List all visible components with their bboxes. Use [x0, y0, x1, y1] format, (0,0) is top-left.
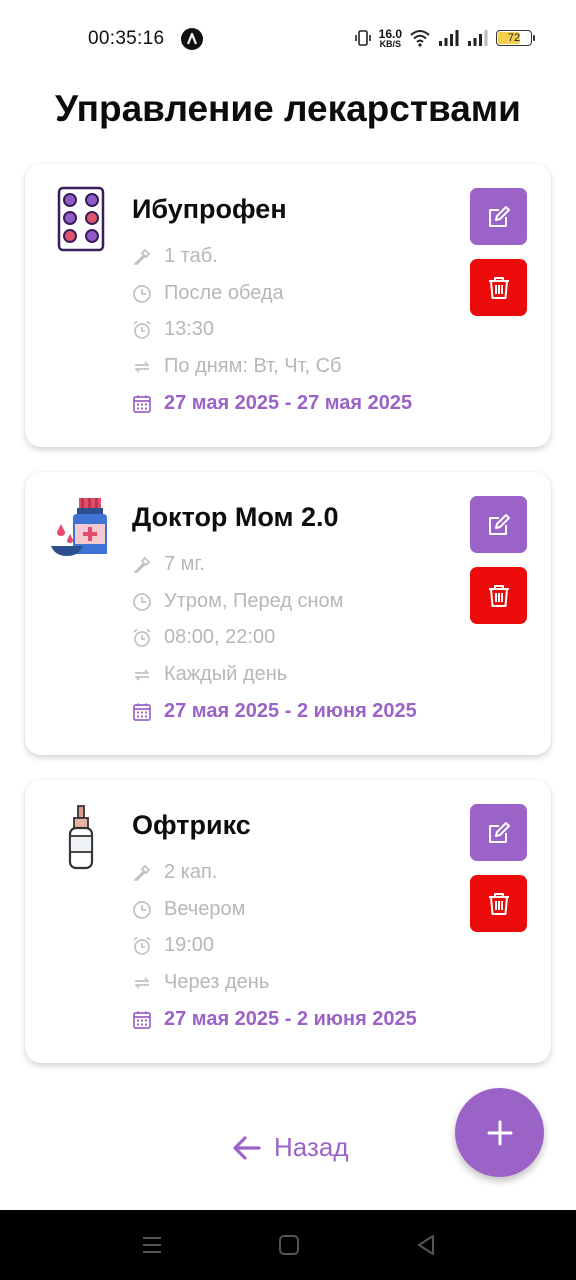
- repeat-text: Каждый день: [164, 663, 288, 685]
- battery-level: 72: [507, 32, 521, 44]
- trash-icon: [488, 584, 509, 607]
- repeat-row: Каждый день: [132, 663, 287, 686]
- dropper-icon: [134, 864, 151, 881]
- clock-icon: [133, 284, 151, 303]
- dose-row: 2 кап.: [132, 861, 217, 884]
- dose-row: 1 таб.: [132, 245, 218, 268]
- medication-name: Доктор Мом 2.0: [132, 502, 339, 532]
- repeat-icon: [135, 360, 149, 373]
- calendar-icon: [133, 703, 151, 721]
- medication-card[interactable]: Офтрикс 2 кап. Вечером 19:00 Через день …: [25, 780, 551, 1063]
- edit-button[interactable]: [470, 804, 527, 861]
- timing-text: Вечером: [164, 898, 246, 920]
- delete-button[interactable]: [470, 875, 527, 932]
- dose-row: 7 мг.: [132, 553, 205, 576]
- back-button[interactable]: Назад: [232, 1132, 349, 1163]
- repeat-text: По дням: Вт, Чт, Сб: [164, 355, 342, 377]
- trash-icon: [488, 276, 509, 299]
- edit-icon: [488, 205, 510, 227]
- dates-text: 27 мая 2025 - 27 мая 2025: [164, 392, 413, 414]
- clock-icon: [133, 900, 151, 919]
- calendar-icon: [133, 1011, 151, 1029]
- plus-icon: [487, 1120, 512, 1145]
- timing-text: Утром, Перед сном: [164, 590, 344, 612]
- clock-icon: [133, 592, 151, 611]
- repeat-text: Через день: [164, 971, 270, 993]
- dropper-icon: [134, 248, 151, 265]
- dose-text: 2 кап.: [164, 861, 218, 883]
- edit-button[interactable]: [470, 188, 527, 245]
- dates-text: 27 мая 2025 - 2 июня 2025: [164, 700, 417, 722]
- medication-name: Ибупрофен: [132, 194, 287, 224]
- medication-card[interactable]: Доктор Мом 2.0 7 мг. Утром, Перед сном 0…: [25, 472, 551, 755]
- times-text: 13:30: [164, 318, 215, 340]
- timing-row: Утром, Перед сном: [132, 590, 343, 613]
- dose-text: 7 мг.: [164, 553, 205, 575]
- alarm-icon: [133, 320, 151, 339]
- dates-row: 27 мая 2025 - 2 июня 2025: [132, 700, 417, 723]
- battery-icon: 72: [496, 30, 535, 46]
- timing-text: После обеда: [164, 282, 284, 304]
- signal-icon: [439, 30, 459, 46]
- signal-2-icon: [468, 30, 488, 46]
- back-nav-icon[interactable]: [415, 1234, 437, 1256]
- times-row: 19:00: [132, 934, 214, 957]
- alarm-icon: [133, 628, 151, 647]
- dates-row: 27 мая 2025 - 2 июня 2025: [132, 1008, 417, 1031]
- app-notification-icon: [181, 28, 203, 50]
- medication-card[interactable]: Ибупрофен 1 таб. После обеда 13:30 По дн…: [25, 164, 551, 447]
- add-medication-button[interactable]: [455, 1088, 544, 1177]
- alarm-icon: [133, 936, 151, 955]
- status-bar: 00:35:16 16.0 KB/S 72: [0, 0, 576, 78]
- trash-icon: [488, 892, 509, 915]
- times-text: 08:00, 22:00: [164, 626, 276, 648]
- dates-row: 27 мая 2025 - 27 мая 2025: [132, 392, 412, 415]
- recent-apps-icon[interactable]: [141, 1234, 163, 1256]
- medication-name: Офтрикс: [132, 810, 251, 840]
- times-text: 19:00: [164, 934, 215, 956]
- times-row: 08:00, 22:00: [132, 626, 275, 649]
- timing-row: После обеда: [132, 282, 284, 305]
- dates-text: 27 мая 2025 - 2 июня 2025: [164, 1008, 417, 1030]
- edit-button[interactable]: [470, 496, 527, 553]
- pill-blister-icon: [57, 186, 105, 252]
- arrow-left-icon: [233, 1135, 261, 1160]
- delete-button[interactable]: [470, 259, 527, 316]
- home-icon[interactable]: [278, 1234, 300, 1256]
- eye-drops-bottle-icon: [68, 805, 94, 870]
- edit-icon: [488, 821, 510, 843]
- vibrate-icon: [354, 30, 371, 46]
- wifi-icon: [410, 30, 430, 47]
- repeat-row: По дням: Вт, Чт, Сб: [132, 355, 341, 378]
- edit-icon: [488, 513, 510, 535]
- status-time: 00:35:16: [88, 28, 165, 49]
- dose-text: 1 таб.: [164, 245, 218, 267]
- back-label: Назад: [274, 1132, 349, 1162]
- repeat-row: Через день: [132, 971, 269, 994]
- page-title: Управление лекарствами: [55, 88, 521, 129]
- network-speed: 16.0 KB/S: [378, 26, 402, 49]
- repeat-icon: [135, 668, 149, 681]
- times-row: 13:30: [132, 318, 214, 341]
- calendar-icon: [133, 395, 151, 413]
- repeat-icon: [135, 976, 149, 989]
- syrup-bottle-icon: [51, 498, 107, 556]
- system-navigation-bar: [0, 1210, 576, 1280]
- dropper-icon: [134, 556, 151, 573]
- timing-row: Вечером: [132, 898, 245, 921]
- delete-button[interactable]: [470, 567, 527, 624]
